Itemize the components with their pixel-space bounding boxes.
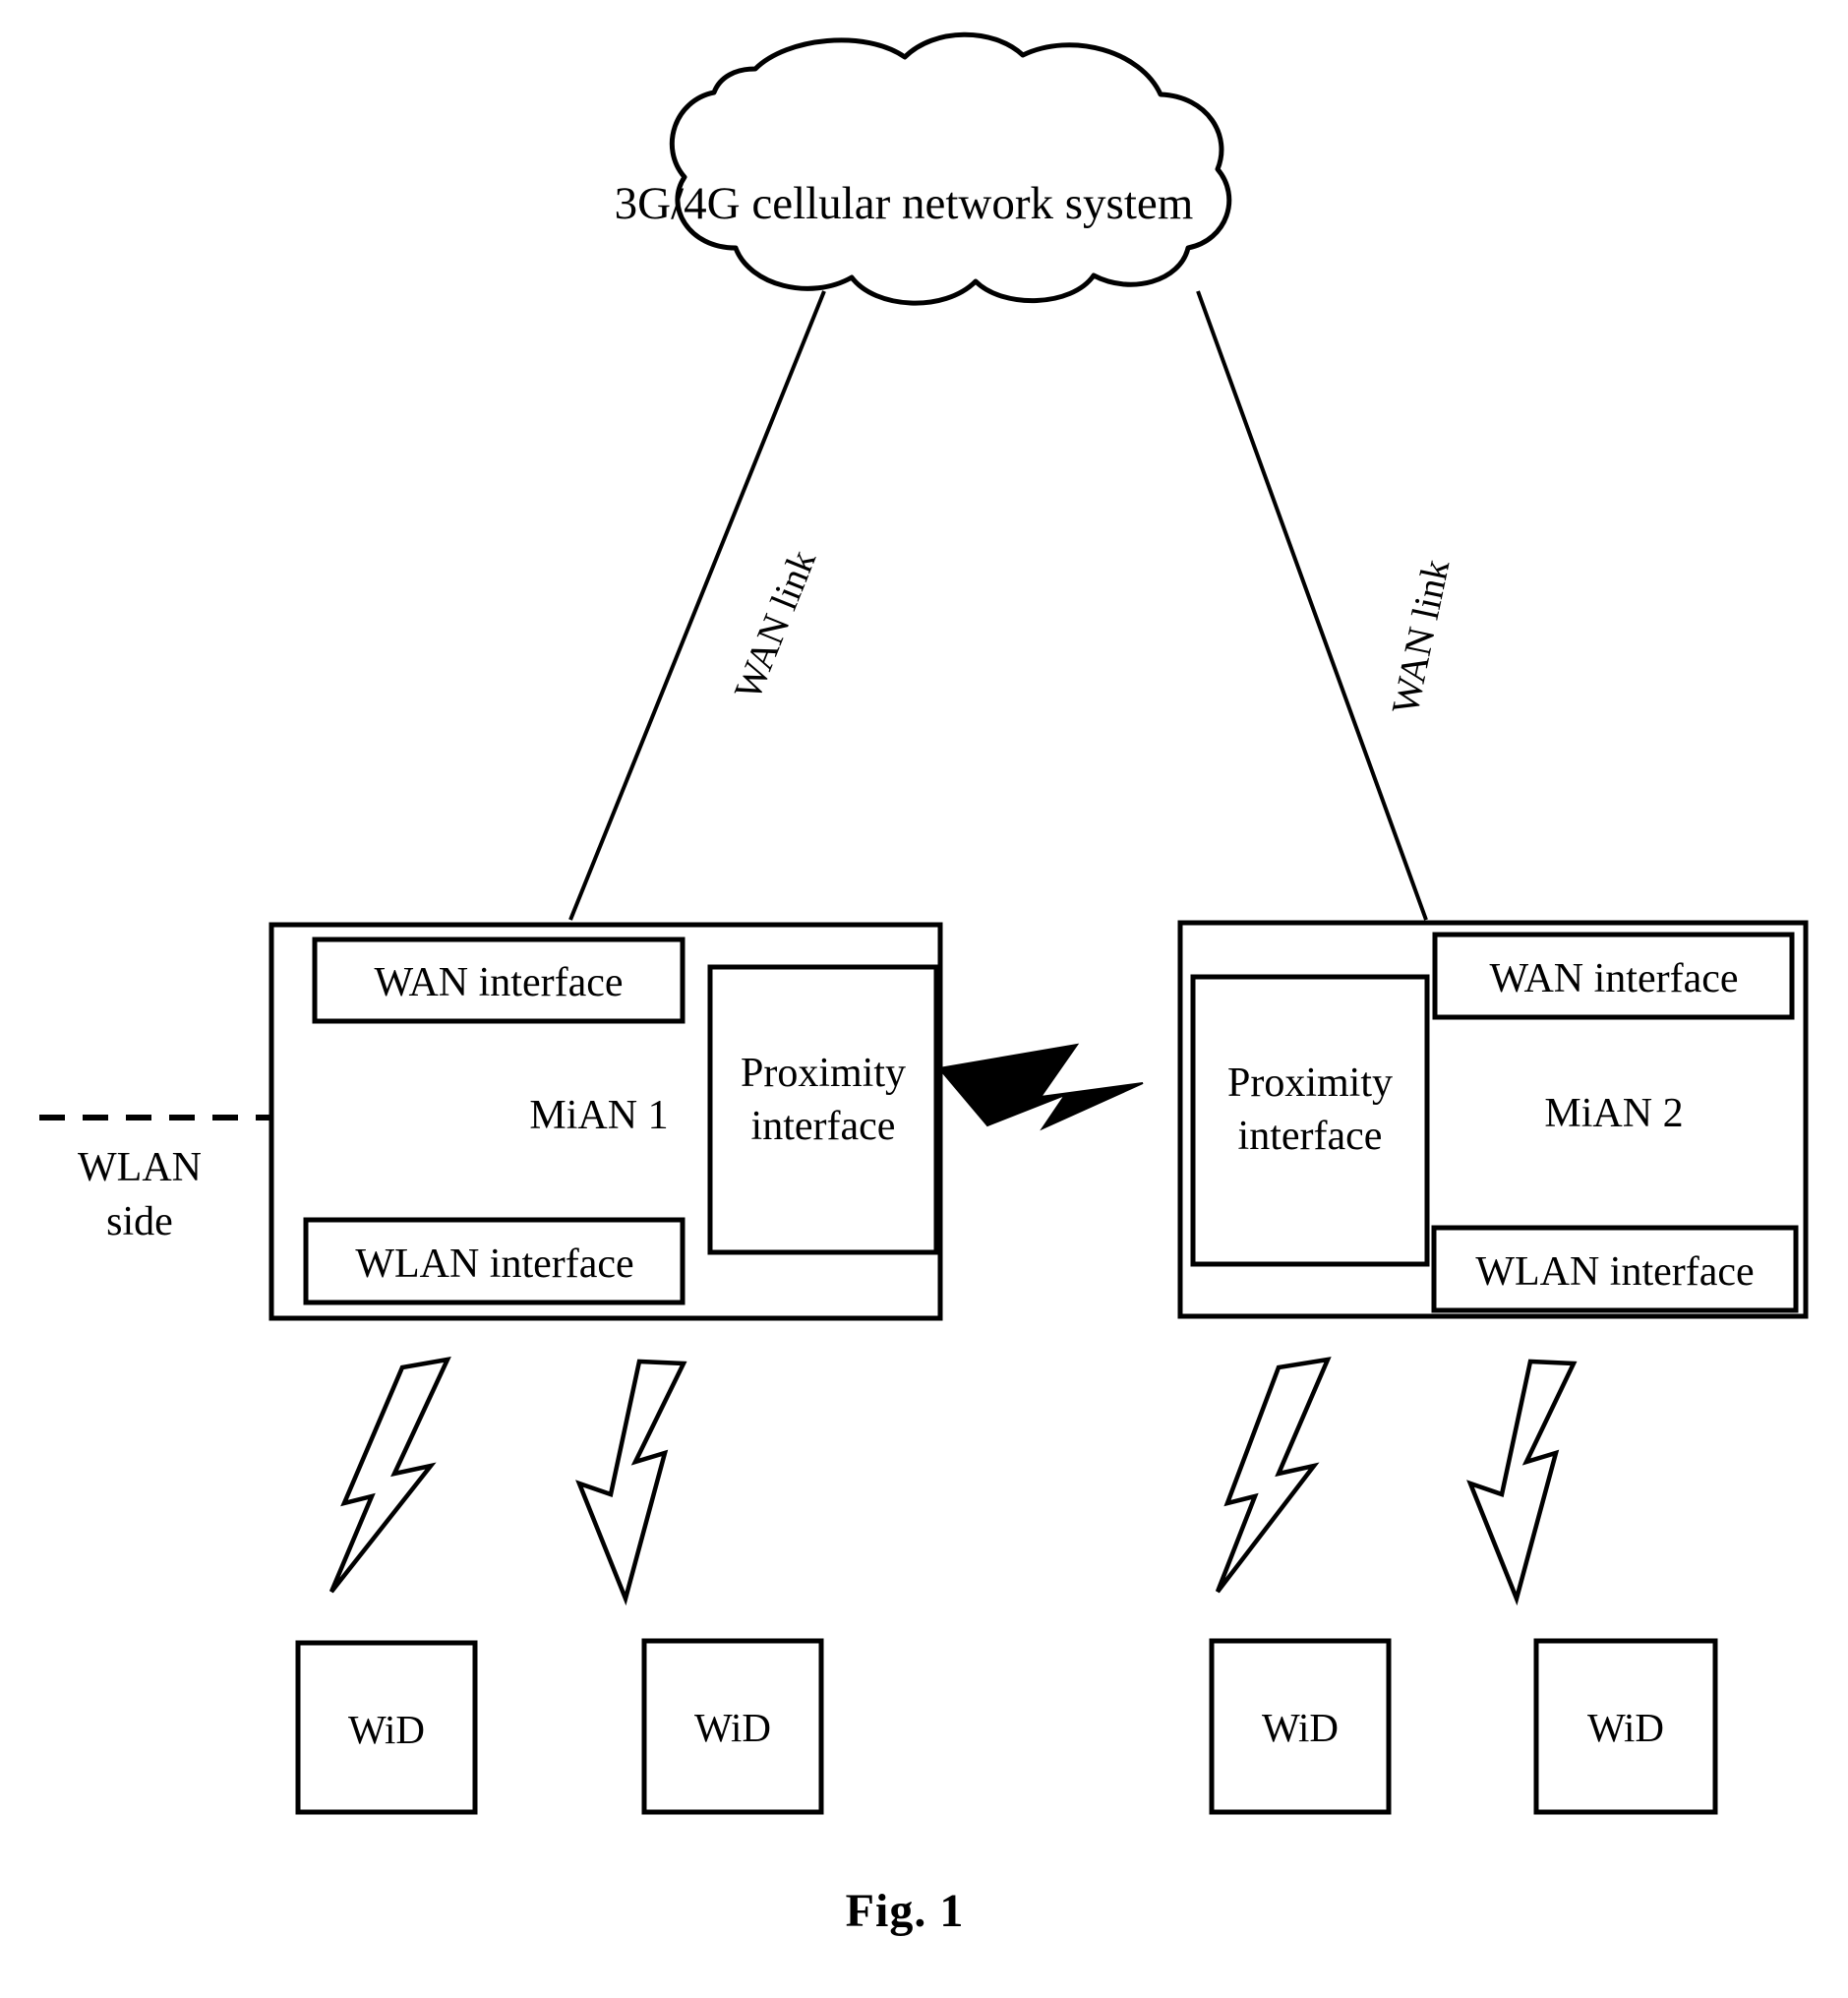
- wlan-side-label-line2: side: [106, 1199, 173, 1244]
- wan-link-right-label: WAN link: [1384, 556, 1458, 718]
- wid-device-4: WiD: [1533, 1638, 1718, 1815]
- wan-link-left-group: WAN link: [727, 544, 825, 705]
- cloud-label: 3G/4G cellular network system: [615, 178, 1194, 229]
- mian2-node: WAN interface WLAN interface Proximity i…: [1177, 920, 1809, 1319]
- wlan-link-bolt-icon-2: [575, 1359, 687, 1606]
- wid-device-1: WiD: [295, 1640, 478, 1815]
- proximity-link-bolt-icon: [937, 1043, 1144, 1131]
- mian1-node: WAN interface WLAN interface Proximity i…: [268, 922, 943, 1321]
- figure-caption: Fig. 1: [846, 1885, 965, 1937]
- wid-label-1: WiD: [348, 1707, 425, 1752]
- wid-device-3: WiD: [1209, 1638, 1392, 1815]
- wid-device-2: WiD: [641, 1638, 824, 1815]
- wlan-link-bolt-icon-3: [1215, 1357, 1332, 1594]
- mian1-proximity-interface-label-line2: interface: [751, 1104, 896, 1149]
- wan-link-right-group: WAN link: [1384, 556, 1458, 718]
- mian2-proximity-interface-label-line1: Proximity: [1227, 1060, 1393, 1106]
- figure-page: 3G/4G cellular network system WAN interf…: [0, 0, 1848, 1998]
- mian2-proximity-interface-label-line2: interface: [1238, 1114, 1383, 1159]
- network-architecture-diagram: 3G/4G cellular network system WAN interf…: [39, 31, 1809, 1937]
- wlan-link-bolt-icon-4: [1466, 1359, 1578, 1606]
- mian1-proximity-interface-label-line1: Proximity: [741, 1051, 906, 1096]
- wid-label-3: WiD: [1262, 1705, 1339, 1750]
- wlan-side-label-group: WLAN side: [78, 1145, 202, 1244]
- wid-label-4: WiD: [1587, 1705, 1664, 1750]
- cellular-network-cloud: 3G/4G cellular network system: [615, 31, 1232, 306]
- mian1-wan-interface-label: WAN interface: [374, 960, 623, 1005]
- wan-link-right-line: [1196, 290, 1428, 921]
- mian2-wan-interface-label: WAN interface: [1489, 956, 1738, 1001]
- cloud-shape: [669, 31, 1232, 306]
- wan-link-left-label: WAN link: [727, 544, 825, 705]
- wlan-link-bolt-icon-1: [328, 1357, 451, 1594]
- wlan-side-label-line1: WLAN: [78, 1145, 202, 1190]
- mian1-wlan-interface-label: WLAN interface: [355, 1241, 633, 1287]
- wid-label-2: WiD: [694, 1705, 771, 1750]
- mian1-label: MiAN 1: [529, 1093, 668, 1138]
- mian2-label: MiAN 2: [1544, 1091, 1683, 1136]
- mian2-wlan-interface-label: WLAN interface: [1475, 1249, 1754, 1295]
